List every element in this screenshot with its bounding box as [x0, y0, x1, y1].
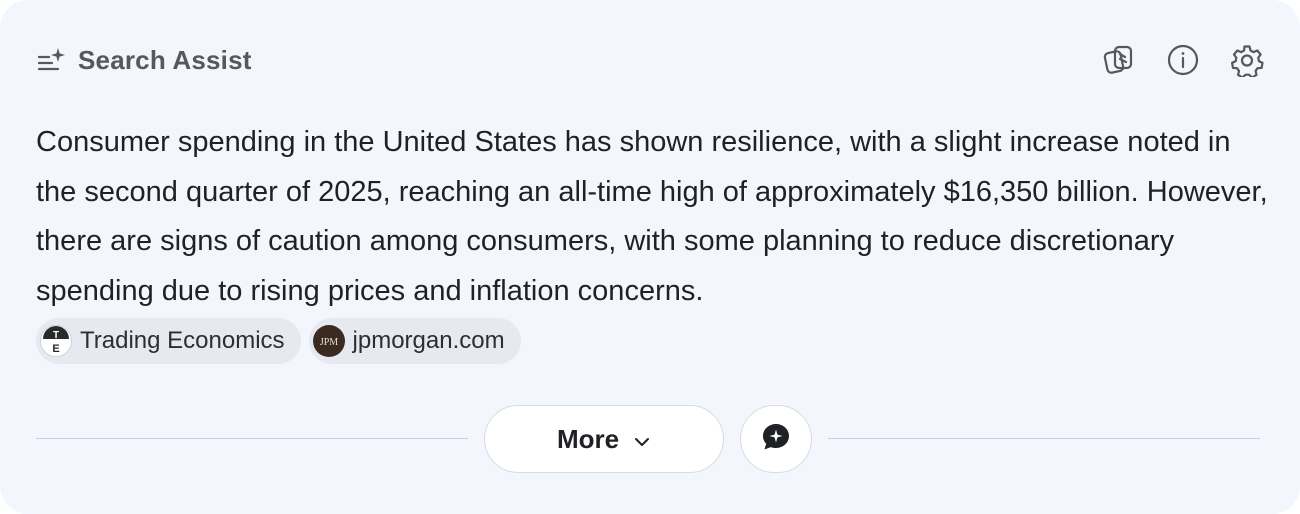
card-header: Search Assist — [36, 40, 1264, 80]
header-actions — [1102, 43, 1264, 77]
jpm-logo-text: JPM — [319, 337, 337, 348]
source-chip-label: Trading Economics — [80, 327, 285, 354]
info-icon[interactable] — [1166, 43, 1200, 77]
chevron-down-icon — [633, 424, 651, 455]
gear-icon[interactable] — [1230, 43, 1264, 77]
sparkle-list-icon — [36, 44, 68, 76]
divider-right — [828, 438, 1260, 439]
source-chip-label: jpmorgan.com — [352, 327, 505, 354]
title-group: Search Assist — [36, 44, 252, 76]
more-button-label: More — [556, 423, 620, 454]
card-title: Search Assist — [78, 44, 252, 75]
source-chip-trading-economics[interactable]: T E Trading Economics — [36, 318, 301, 364]
trading-economics-logo-icon: T E — [40, 325, 72, 357]
te-logo-bottom-letter: E — [52, 343, 59, 355]
search-assist-card: Search Assist Consumer spending in the U… — [0, 0, 1300, 514]
source-chips: T E Trading Economics JPM jpmorgan.com — [36, 318, 521, 364]
feedback-button[interactable] — [740, 405, 812, 473]
source-chip-jpmorgan[interactable]: JPM jpmorgan.com — [308, 318, 521, 364]
divider-left — [36, 438, 468, 439]
more-button[interactable]: More — [484, 405, 724, 473]
jpmorgan-logo-icon: JPM — [312, 325, 345, 357]
summary-text: Consumer spending in the United States h… — [36, 126, 1268, 307]
chat-sparkle-icon — [760, 421, 792, 458]
te-logo-top-letter: T — [53, 330, 59, 341]
copy-icon[interactable] — [1102, 43, 1136, 77]
